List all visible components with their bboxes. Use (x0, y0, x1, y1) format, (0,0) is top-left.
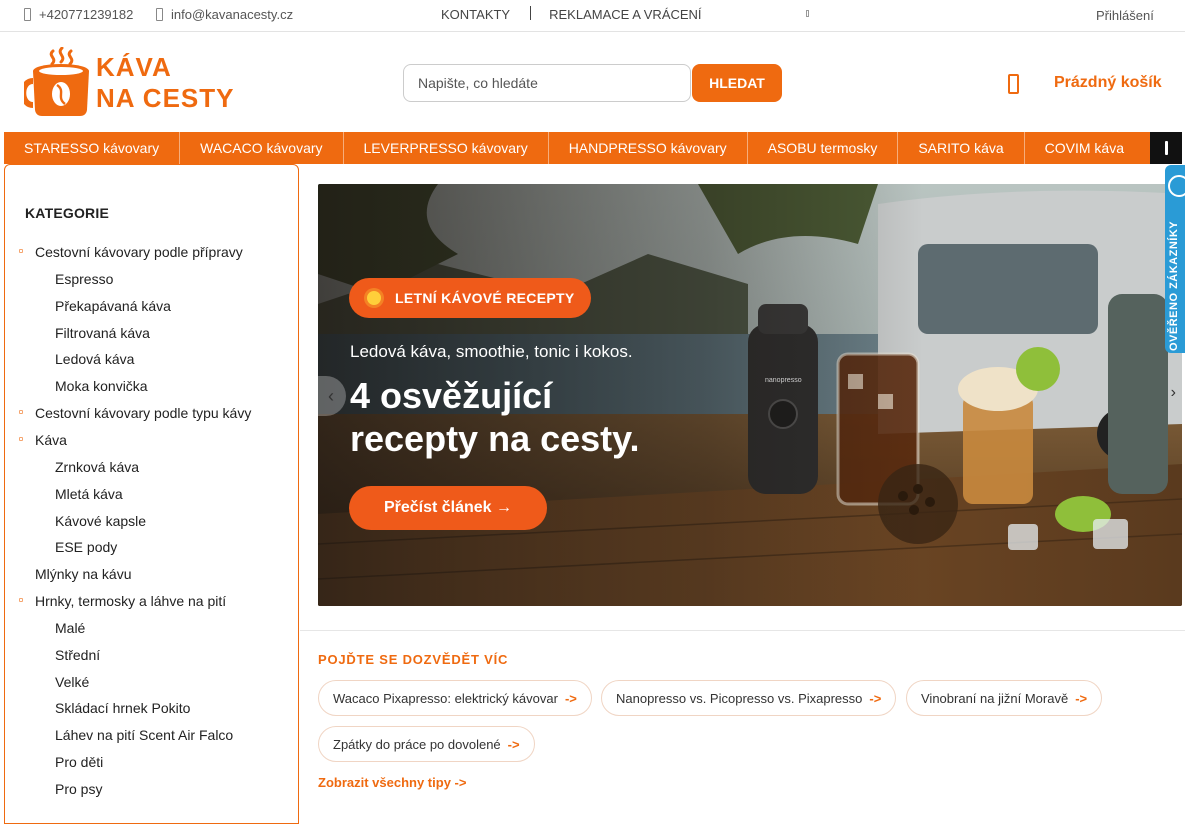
banner-subtitle: Ledová káva, smoothie, tonic i kokos. (350, 342, 633, 361)
chevron-left-icon: ‹ (328, 385, 334, 406)
sidebar-category-item[interactable]: Hrnky, termosky a láhve na pití (35, 593, 226, 609)
sidebar-title: KATEGORIE (25, 205, 109, 221)
phone-number: +420771239182 (39, 7, 134, 22)
logo-text-line2: NA CESTY (96, 83, 235, 113)
divider (530, 5, 532, 20)
menu-item-handpresso[interactable]: HANDPRESSO kávovary (549, 132, 748, 164)
menu-item-sarito[interactable]: SARITO káva (898, 132, 1025, 164)
section-divider (300, 630, 1185, 631)
search-button[interactable]: HLEDAT (692, 64, 782, 102)
sidebar-category-item[interactable]: Filtrovaná káva (55, 325, 150, 341)
sidebar-category-item[interactable]: Cestovní kávovary podle typu kávy (35, 405, 251, 421)
sidebar-category-item[interactable]: Cestovní kávovary podle přípravy (35, 244, 243, 260)
returns-link[interactable]: REKLAMACE A VRÁCENÍ (549, 7, 701, 22)
tip-label: Nanopresso vs. Picopresso vs. Pixapresso (616, 690, 863, 706)
tip-back-to-work[interactable]: Zpátky do práce po dovolené -> (318, 726, 535, 762)
sidebar-category-item[interactable]: Velké (55, 674, 89, 690)
sidebar-category-item[interactable]: Ledová káva (55, 351, 134, 367)
tip-vinobrani[interactable]: Vinobraní na jižní Moravě -> (906, 680, 1103, 716)
verified-seal-icon (1168, 175, 1185, 197)
sidebar-category-item[interactable]: Zrnková káva (55, 459, 139, 475)
sidebar-category-item[interactable]: Mlýnky na kávu (35, 566, 131, 582)
sidebar-category-item[interactable]: Káva (35, 432, 67, 448)
tip-pixapresso[interactable]: Wacaco Pixapresso: elektrický kávovar -> (318, 680, 592, 716)
language-icon[interactable] (806, 10, 809, 17)
phone-icon (24, 8, 31, 21)
header: KÁVA NA CESTY HLEDAT Prázdný košík (0, 32, 1185, 132)
tip-comparison[interactable]: Nanopresso vs. Picopresso vs. Pixapresso… (601, 680, 897, 716)
contacts-link[interactable]: KONTAKTY (441, 7, 510, 22)
verified-label: OVĚŘENO ZÁKAZNÍKY (1168, 220, 1180, 351)
cart-icon[interactable] (1008, 74, 1019, 94)
verified-reviews-widget[interactable]: OVĚŘENO ZÁKAZNÍKY (1165, 165, 1185, 353)
tip-arrow: -> (507, 736, 520, 752)
search-input[interactable] (403, 64, 691, 102)
sidebar-category-item[interactable]: Pro děti (55, 754, 103, 770)
menu-item-wacaco[interactable]: WACACO kávovary (180, 132, 344, 164)
email-contact[interactable]: info@kavanacesty.cz (156, 7, 293, 22)
category-bullet-icon (19, 598, 23, 603)
sidebar-category-item[interactable]: Kávové kapsle (55, 513, 146, 529)
sidebar-category-item[interactable]: Překapávaná káva (55, 298, 171, 314)
logo[interactable]: KÁVA NA CESTY (20, 46, 234, 117)
category-sidebar: KATEGORIE Cestovní kávovary podle přípra… (4, 164, 299, 824)
sidebar-category-item[interactable]: ESE pody (55, 539, 117, 555)
tip-label: Zpátky do práce po dovolené (333, 736, 501, 752)
menu-item-covim[interactable]: COVIM káva (1025, 132, 1144, 164)
mail-icon (156, 8, 163, 21)
all-tips-link[interactable]: Zobrazit všechny tipy -> (318, 775, 466, 790)
menu-more-button[interactable] (1150, 132, 1182, 164)
sidebar-category-item[interactable]: Mletá káva (55, 486, 123, 502)
chevron-right-icon: › (1170, 384, 1176, 401)
banner-headline-line2: recepty na cesty. (350, 418, 640, 459)
hero-banner[interactable]: nanopresso LETNÍ KÁVOVÉ RECEPTY Ledová k… (318, 184, 1182, 606)
carousel-next-button[interactable]: › (1171, 384, 1176, 402)
sidebar-category-item[interactable]: Skládací hrnek Pokito (55, 700, 190, 716)
top-links: KONTAKTY REKLAMACE A VRÁCENÍ (441, 5, 702, 22)
machine-brand: nanopresso (765, 377, 802, 384)
sidebar-category-item[interactable]: Pro psy (55, 781, 102, 797)
category-bullet-icon (19, 410, 23, 415)
main-menu: STARESSO kávovary WACACO kávovary LEVERP… (4, 132, 1182, 164)
phone-contact[interactable]: +420771239182 (24, 7, 133, 22)
top-bar: +420771239182 info@kavanacesty.cz KONTAK… (0, 0, 1185, 32)
email-address: info@kavanacesty.cz (171, 7, 294, 22)
menu-item-asobu[interactable]: ASOBU termosky (748, 132, 899, 164)
banner-headline-line1: 4 osvěžující (350, 375, 553, 416)
read-article-button[interactable]: Přečíst článek → (349, 486, 547, 530)
menu-item-staresso[interactable]: STARESSO kávovary (4, 132, 181, 164)
tips-title: POJĎTE SE DOZVĚDĚT VÍC (318, 652, 509, 667)
tip-label: Wacaco Pixapresso: elektrický kávovar (333, 690, 558, 706)
cart-link[interactable]: Prázdný košík (1054, 74, 1162, 92)
banner-badge: LETNÍ KÁVOVÉ RECEPTY (349, 278, 591, 318)
sidebar-category-item[interactable]: Malé (55, 620, 85, 636)
tip-arrow: -> (564, 690, 577, 706)
category-bullet-icon (19, 249, 23, 253)
category-bullet-icon (19, 436, 23, 441)
sidebar-category-item[interactable]: Střední (55, 647, 100, 663)
sidebar-category-item[interactable]: Moka konvička (55, 378, 148, 394)
tip-arrow: -> (1075, 690, 1088, 706)
tip-label: Vinobraní na jižní Moravě (921, 690, 1069, 706)
more-icon (1164, 141, 1168, 155)
banner-headline: 4 osvěžující recepty na cesty. (350, 374, 710, 460)
tip-arrow: -> (869, 690, 882, 706)
sidebar-category-item[interactable]: Espresso (55, 271, 113, 287)
badge-label: LETNÍ KÁVOVÉ RECEPTY (395, 290, 575, 306)
logo-text-line1: KÁVA (96, 52, 172, 82)
login-link[interactable]: Přihlášení (1096, 8, 1154, 23)
sun-icon (367, 291, 381, 305)
menu-item-leverpresso[interactable]: LEVERPRESSO kávovary (344, 132, 549, 164)
sidebar-category-item[interactable]: Láhev na pití Scent Air Falco (55, 727, 233, 743)
